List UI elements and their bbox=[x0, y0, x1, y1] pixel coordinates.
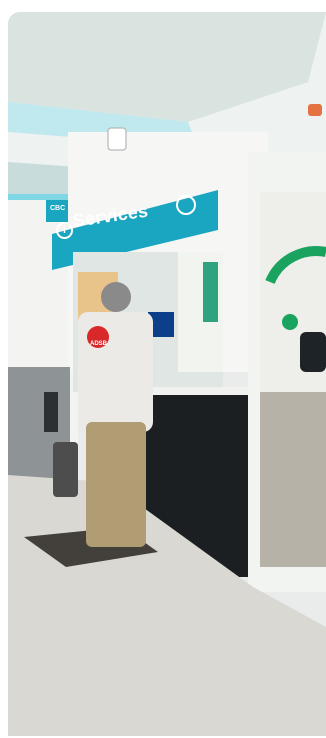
side-canopy bbox=[8, 162, 78, 197]
side-sign-label: CBC bbox=[50, 205, 66, 212]
booth-lower bbox=[260, 392, 326, 567]
side-canopy-light bbox=[8, 194, 78, 200]
window-sticker bbox=[203, 262, 218, 322]
turnstile-panel bbox=[44, 392, 58, 432]
person-bag bbox=[53, 442, 78, 497]
alarm-light bbox=[308, 104, 322, 116]
scene bbox=[8, 12, 326, 736]
person-trousers bbox=[86, 422, 146, 547]
booth-logo-dot bbox=[282, 314, 298, 330]
vest-label: ADSB bbox=[90, 341, 108, 347]
security-camera bbox=[107, 127, 127, 151]
station-photo bbox=[8, 12, 326, 736]
person-vest bbox=[78, 312, 153, 432]
info-icon: i bbox=[56, 222, 73, 239]
person-head bbox=[101, 282, 131, 312]
booth-chair bbox=[300, 332, 326, 372]
